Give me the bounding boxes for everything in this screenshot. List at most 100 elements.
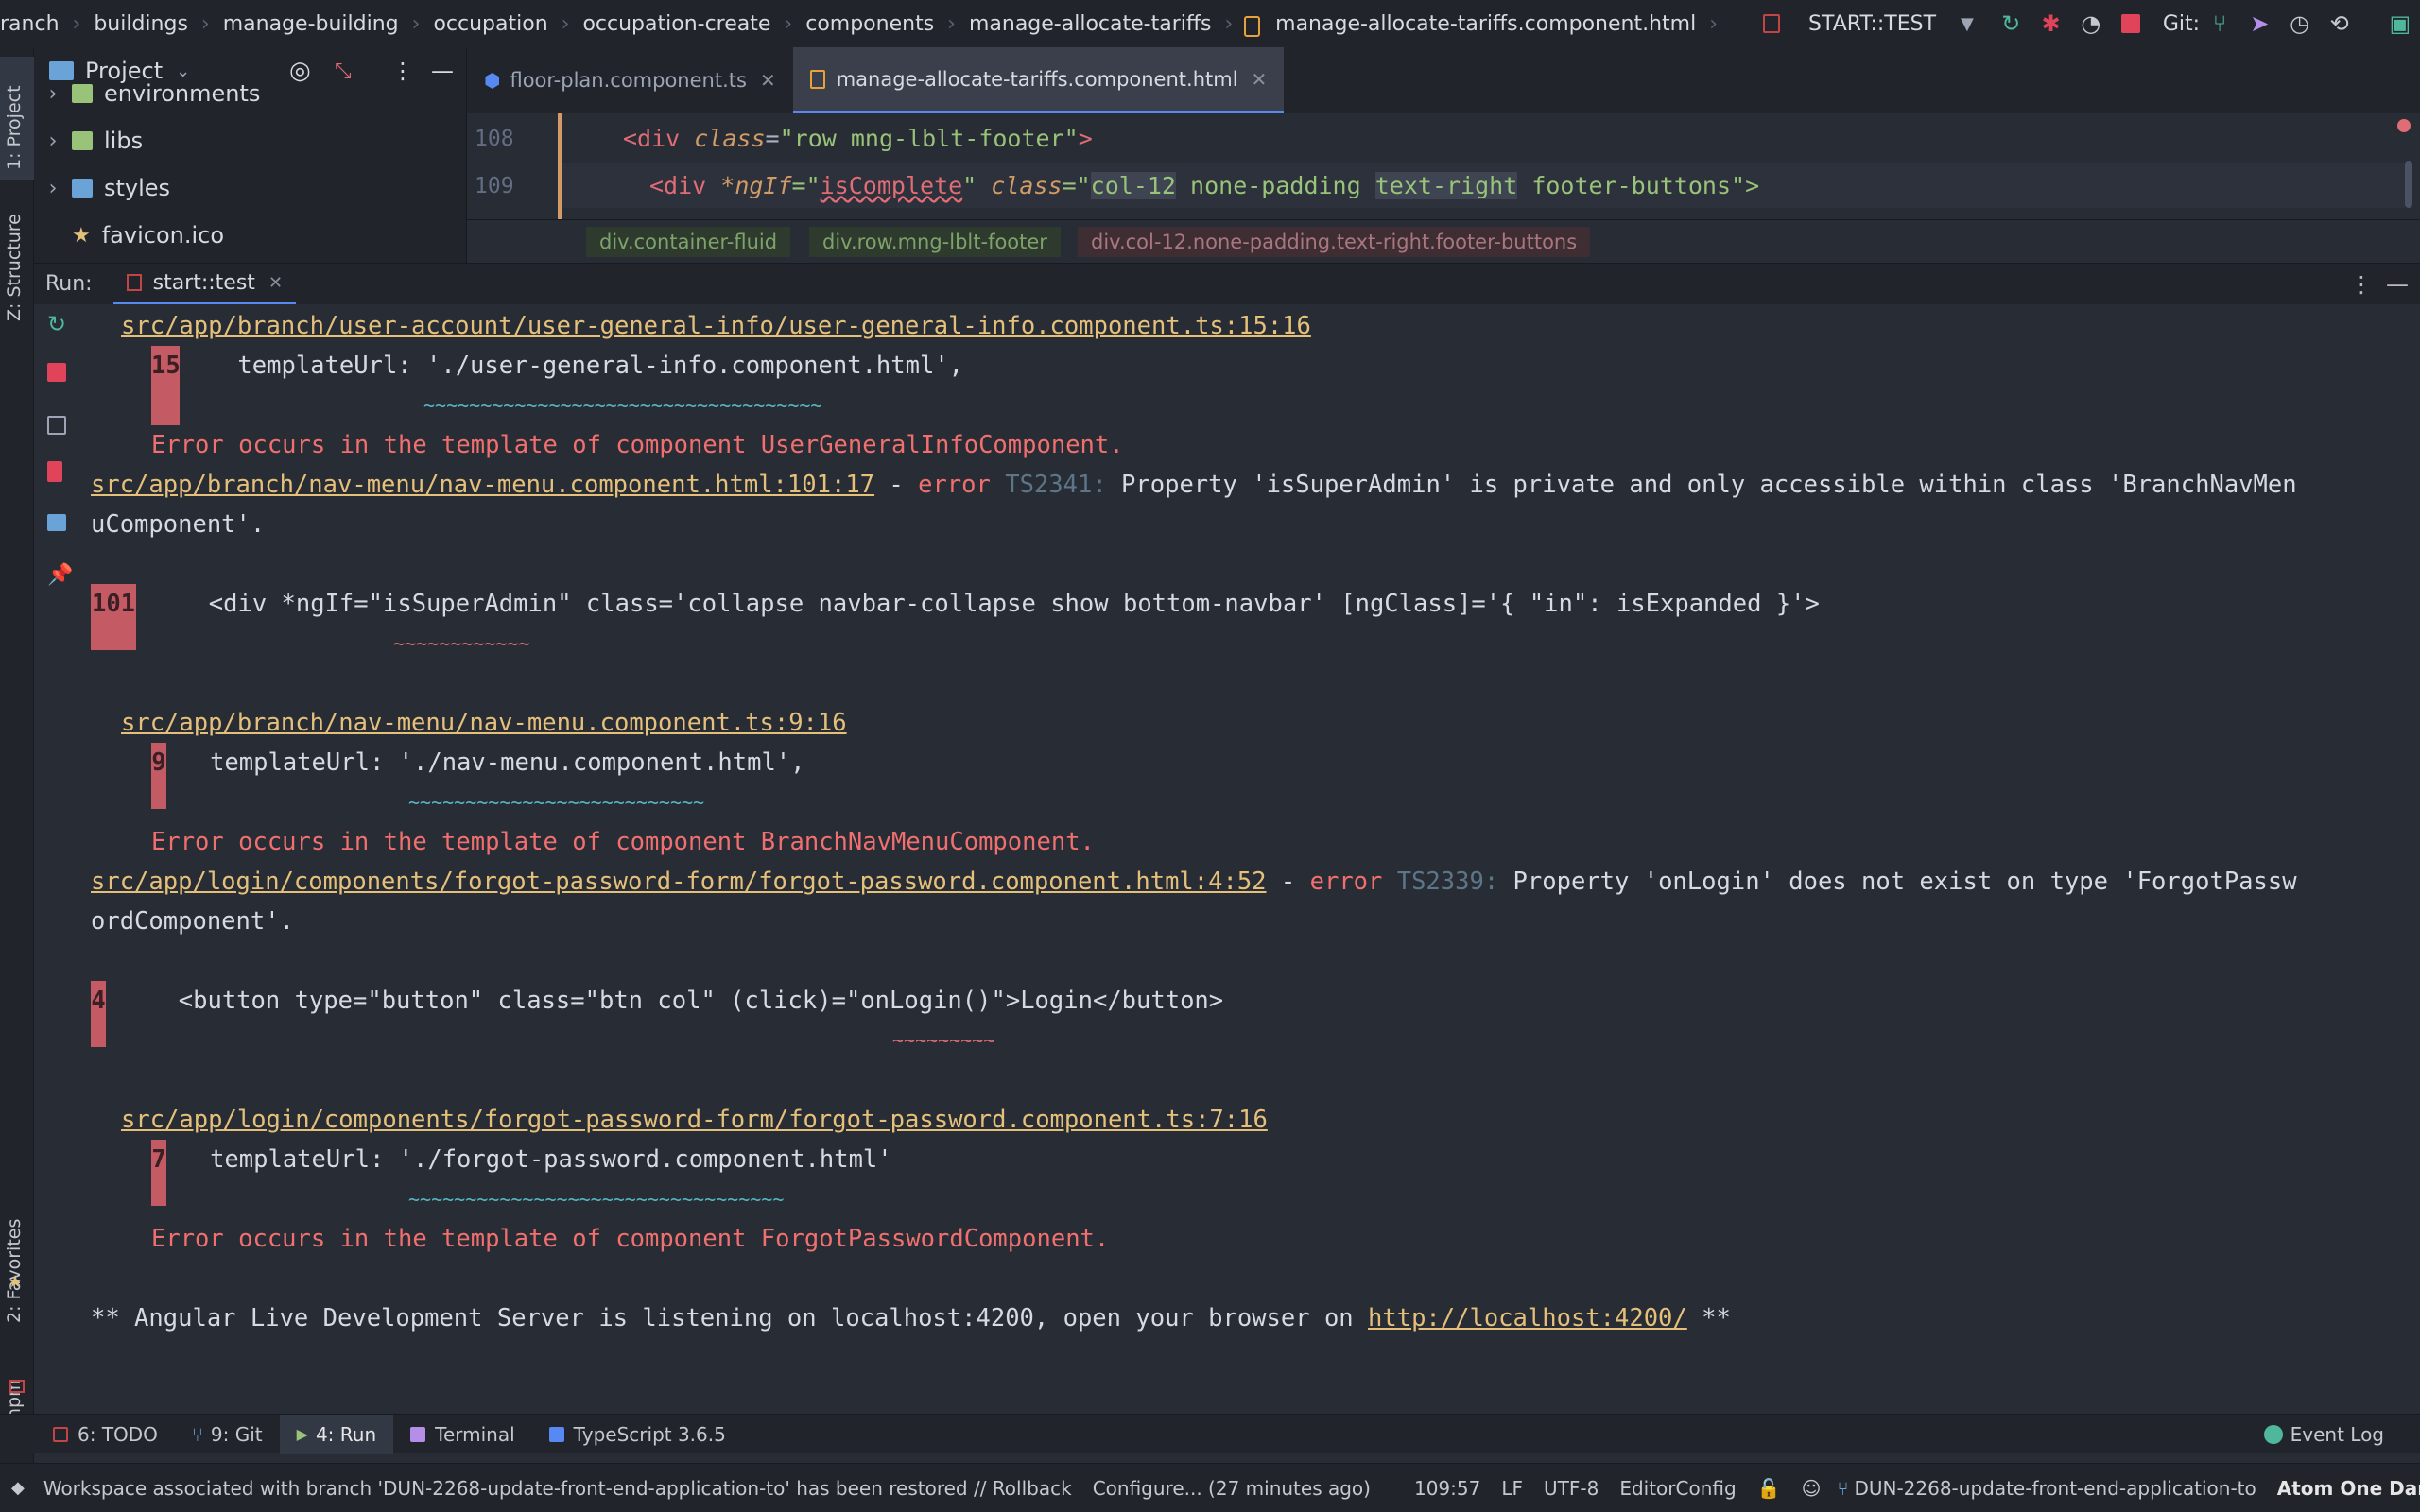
chevron-right-icon: ›: [784, 11, 793, 36]
stop-icon[interactable]: [47, 363, 66, 382]
chevron-right-icon[interactable]: ›: [34, 129, 72, 153]
favorites-tool-label[interactable]: 2: Favorites: [4, 1219, 25, 1323]
project-tool-label[interactable]: 1: Project: [4, 85, 25, 170]
git-update-icon[interactable]: ⑂: [2200, 5, 2239, 43]
file-link[interactable]: src/app/login/components/forgot-password…: [121, 1106, 1268, 1134]
localhost-link[interactable]: http://localhost:4200/: [1368, 1304, 1687, 1332]
close-icon[interactable]: ✕: [760, 69, 776, 92]
tree-item-environments[interactable]: › environments: [34, 70, 466, 117]
console-output[interactable]: src/app/branch/user-account/user-general…: [91, 304, 2416, 1414]
chevron-right-icon: ›: [1224, 11, 1234, 36]
tree-item-styles[interactable]: › styles: [34, 164, 466, 212]
run-tab-start-test[interactable]: start::test ✕: [112, 264, 297, 305]
git-branch-icon: ⑂: [191, 1422, 203, 1446]
tab-terminal[interactable]: Terminal: [393, 1415, 532, 1454]
git-push-icon[interactable]: ➤: [2239, 5, 2279, 43]
crumb-components[interactable]: components: [800, 12, 940, 36]
code-editor[interactable]: 108 109 <div class="row mng-lblt-footer"…: [467, 113, 2420, 219]
crumb-manage-allocate-tariffs[interactable]: manage-allocate-tariffs: [963, 12, 1218, 36]
console-line: src/app/login/components/forgot-password…: [121, 1100, 1268, 1140]
git-label: Git:: [2162, 11, 2201, 36]
structure-tool-label[interactable]: Z: Structure: [4, 214, 25, 321]
line-number: 108: [475, 127, 514, 151]
line-separator[interactable]: LF: [1491, 1477, 1533, 1500]
path-segment[interactable]: div.container-fluid: [586, 227, 791, 257]
lock-icon[interactable]: 🔓: [1747, 1477, 1791, 1500]
crumb-occupation[interactable]: occupation: [427, 12, 553, 36]
tab-event-log[interactable]: Event Log: [2247, 1415, 2401, 1454]
minimize-icon[interactable]: —: [2386, 271, 2409, 298]
run-configuration-selector[interactable]: START::TEST ▼: [1763, 12, 1974, 36]
more-options-icon[interactable]: ⋮: [2350, 271, 2373, 298]
caret-position[interactable]: 109:57: [1404, 1477, 1491, 1500]
tab-floor-plan[interactable]: ⬢ floor-plan.component.ts ✕: [467, 47, 793, 113]
chevron-right-icon[interactable]: ›: [34, 82, 72, 106]
star-icon: ★: [72, 223, 91, 248]
editor-scrollbar[interactable]: [2405, 161, 2412, 208]
tree-item-libs[interactable]: › libs: [34, 117, 466, 164]
debug-bug-icon[interactable]: ✱: [2031, 5, 2070, 43]
line-number: 109: [475, 174, 514, 198]
crumb-manage-building[interactable]: manage-building: [217, 12, 405, 36]
console-line: ** Angular Live Development Server is li…: [91, 1304, 1731, 1332]
scroll-to-end-icon[interactable]: [47, 416, 66, 435]
close-icon[interactable]: ✕: [1252, 68, 1268, 91]
inspector-icon[interactable]: ☺: [1791, 1477, 1832, 1500]
stop-icon[interactable]: [2111, 5, 2151, 43]
error-squiggle: ~~~~~~~~~: [892, 1029, 995, 1052]
error-squiggle: ~~~~~~~~~~~~~~~~~~~~~~~~~~: [408, 791, 705, 814]
folder-icon: [72, 179, 93, 198]
git-history-icon[interactable]: ◷: [2279, 5, 2319, 43]
theme-name[interactable]: Atom One Dark: [2267, 1477, 2420, 1500]
tab-todo[interactable]: 6: TODO: [36, 1415, 175, 1454]
tab-run[interactable]: ▶ 4: Run: [279, 1414, 394, 1454]
configure-link[interactable]: Configure... (27 minutes ago): [1082, 1477, 1381, 1500]
file-link[interactable]: src/app/branch/user-account/user-general…: [121, 312, 1311, 340]
npm-icon: [9, 1380, 25, 1393]
tab-git[interactable]: ⑂ 9: Git: [175, 1415, 280, 1454]
tab-manage-allocate-tariffs[interactable]: manage-allocate-tariffs.component.html ✕: [792, 47, 1285, 113]
git-rollback-icon[interactable]: ⟲: [2320, 5, 2360, 43]
rerun-icon[interactable]: ↻: [47, 313, 68, 335]
chevron-right-icon: ›: [200, 11, 210, 36]
tab-typescript[interactable]: TypeScript 3.6.5: [532, 1415, 743, 1454]
tree-item-label: styles: [104, 175, 171, 201]
dropdown-arrow-icon: ▼: [1961, 13, 1974, 34]
run-icon: ▶: [296, 1425, 308, 1443]
star-icon: ★: [8, 1272, 24, 1292]
crumb-current-file[interactable]: manage-allocate-tariffs.component.html: [1270, 12, 1702, 36]
error-squiggle: ~~~~~~~~~~~~: [393, 632, 530, 655]
error-squiggle: ~~~~~~~~~~~~~~~~~~~~~~~~~~~~~~~~~: [408, 1188, 785, 1211]
terminal-icon[interactable]: ▣: [2380, 5, 2420, 43]
coverage-icon[interactable]: ◔: [2071, 5, 2111, 43]
chevron-right-icon[interactable]: ›: [34, 177, 72, 200]
clear-trash-icon[interactable]: [47, 461, 62, 482]
rerun-icon[interactable]: ↻: [1991, 5, 2031, 43]
workspace-icon: ◆: [11, 1478, 25, 1498]
status-message[interactable]: Workspace associated with branch 'DUN-22…: [25, 1477, 1082, 1500]
run-config-label: START::TEST: [1808, 11, 1937, 36]
path-segment[interactable]: div.row.mng-lblt-footer: [809, 227, 1061, 257]
console-line: src/app/branch/user-account/user-general…: [121, 306, 1311, 346]
crumb-occupation-create[interactable]: occupation-create: [577, 12, 776, 36]
git-branch-icon: ⑂: [1837, 1476, 1849, 1500]
crumb-branch[interactable]: ranch: [0, 12, 65, 36]
console-line: uComponent'.: [91, 510, 266, 539]
tab-label: 4: Run: [315, 1422, 377, 1446]
path-segment[interactable]: div.col-12.none-padding.text-right.foote…: [1078, 227, 1591, 257]
git-branch-widget[interactable]: DUN-2268-update-front-end-application-to: [1848, 1477, 2266, 1500]
file-encoding[interactable]: UTF-8: [1533, 1477, 1609, 1500]
error-stripe-icon[interactable]: [2397, 119, 2411, 132]
pin-icon[interactable]: 📌: [47, 565, 73, 586]
tree-item-favicon[interactable]: ★ favicon.ico: [34, 212, 466, 259]
layout-icon[interactable]: [47, 514, 66, 531]
terminal-icon: [410, 1426, 426, 1442]
close-icon[interactable]: ✕: [268, 273, 283, 293]
editorconfig-indicator[interactable]: EditorConfig: [1609, 1477, 1746, 1500]
line-number-marker: 4: [91, 981, 106, 1021]
file-link[interactable]: src/app/branch/nav-menu/nav-menu.compone…: [121, 709, 847, 737]
tree-item-label: libs: [104, 128, 144, 154]
file-link[interactable]: src/app/login/components/forgot-password…: [91, 868, 1267, 896]
file-link[interactable]: src/app/branch/nav-menu/nav-menu.compone…: [91, 471, 874, 499]
crumb-buildings[interactable]: buildings: [88, 12, 194, 36]
